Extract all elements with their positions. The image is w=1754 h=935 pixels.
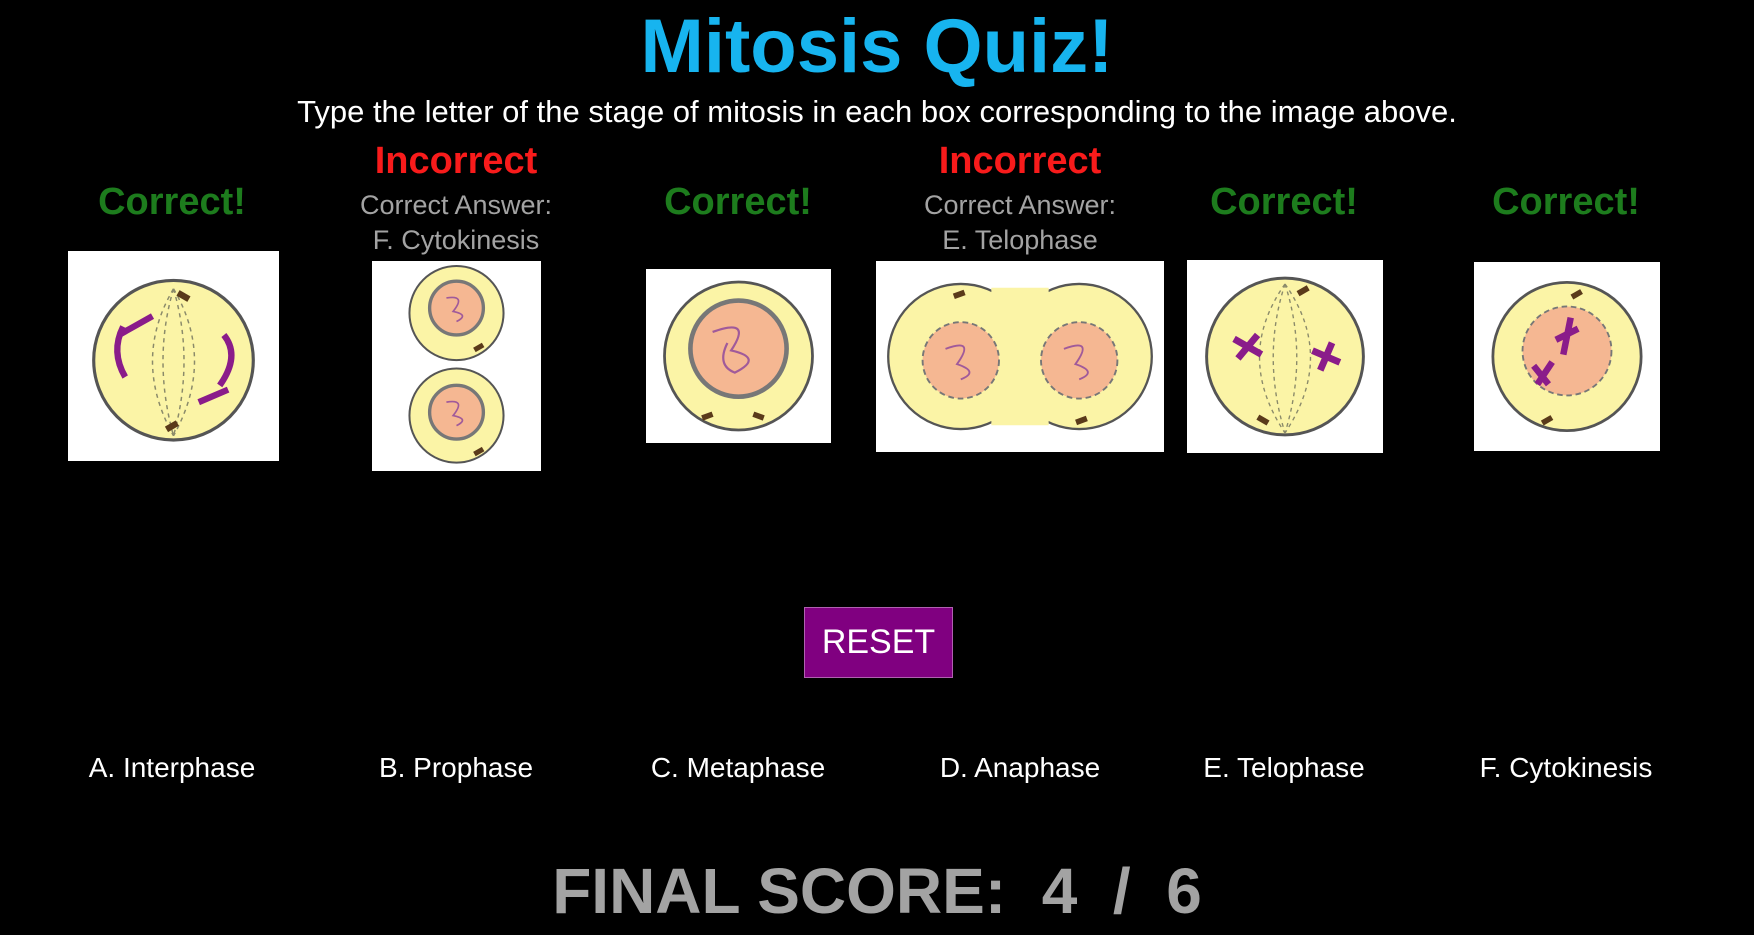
final-score-total: 6 — [1166, 855, 1202, 927]
reset-button[interactable]: RESET — [804, 607, 953, 678]
status-correct: Correct! — [664, 181, 812, 223]
option-prophase: B. Prophase — [378, 752, 534, 783]
page-title: Mitosis Quiz! — [640, 4, 1114, 89]
final-score-label: FINAL SCORE: — [552, 855, 1007, 927]
status-correct: Correct! — [98, 181, 246, 223]
option-anaphase: D. Anaphase — [939, 752, 1101, 783]
correct-answer-value: E. Telophase — [942, 225, 1098, 255]
final-score-separator: / — [1112, 855, 1131, 927]
status-correct: Correct! — [1492, 181, 1640, 223]
metaphase-cell-icon — [1474, 262, 1660, 451]
status-incorrect: Incorrect — [374, 140, 538, 182]
telophase-cell-icon — [876, 261, 1164, 452]
status-incorrect: Incorrect — [938, 140, 1102, 182]
correct-answer-value: F. Cytokinesis — [372, 225, 540, 255]
option-cytokinesis: F. Cytokinesis — [1479, 752, 1653, 783]
final-score-value: 4 — [1041, 855, 1078, 927]
final-score: FINAL SCORE: 4 / 6 — [0, 851, 1754, 931]
correct-answer-label: Correct Answer: — [359, 190, 553, 220]
status-correct: Correct! — [1210, 181, 1358, 223]
option-metaphase: C. Metaphase — [650, 752, 826, 783]
anaphase-cell-icon — [1187, 260, 1383, 453]
option-telophase: E. Telophase — [1203, 752, 1365, 783]
cytokinesis-cells-icon — [372, 261, 541, 471]
instructions-text: Type the letter of the stage of mitosis … — [297, 94, 1457, 129]
quiz-page: Mitosis Quiz! Type the letter of the sta… — [0, 0, 1754, 935]
correct-answer-text: Correct Answer: F. Cytokinesis — [296, 188, 616, 258]
prophase-cell-icon — [646, 269, 831, 443]
interphase-cell-icon — [68, 251, 279, 461]
option-interphase: A. Interphase — [88, 752, 256, 783]
